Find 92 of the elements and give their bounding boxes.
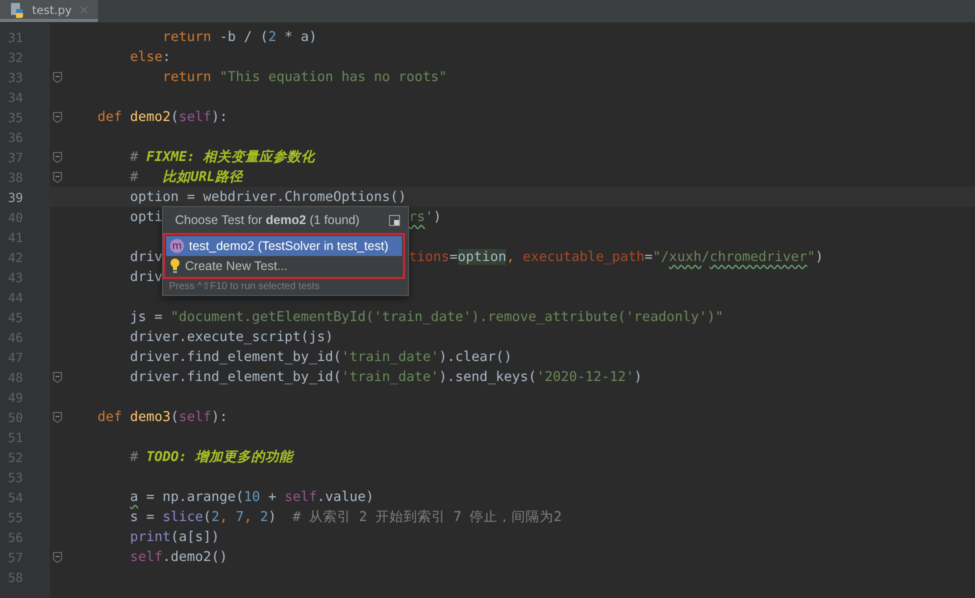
code-token: ).clear() (438, 349, 512, 365)
code-token: ( (203, 509, 212, 525)
code-token: ) (815, 249, 824, 265)
line-number: 39 (7, 190, 24, 204)
code-token: a (130, 489, 138, 505)
code-token: self (178, 109, 212, 125)
code-token: 'train_date' (341, 369, 439, 385)
code-token: "This equation has no roots" (219, 69, 448, 85)
code-token: '2020-12-12' (536, 369, 634, 385)
code-token: js = (130, 309, 164, 325)
code-token: = (449, 249, 458, 265)
code-token: # 从索引 2 开始到索引 7 停止，间隔为2 (292, 509, 562, 525)
code-token: ) (268, 509, 278, 525)
code-token: def (98, 409, 123, 425)
code-token: self (178, 409, 212, 425)
code-token: return (162, 29, 212, 45)
fold-icon[interactable] (53, 172, 62, 182)
code-token: ) (433, 209, 442, 225)
code-token: 10 (244, 489, 260, 505)
code-token: demo2 (130, 109, 171, 125)
code-token: * a) (283, 29, 317, 45)
popup-item[interactable]: Create New Test... (166, 256, 402, 276)
code-token: driv (130, 249, 163, 265)
shortcut-hint: Press ^⇧F10 to run selected tests (168, 280, 321, 294)
fold-icon[interactable] (53, 412, 62, 422)
code-token: def (98, 109, 123, 125)
code-token: # (130, 169, 140, 185)
code-token: return (162, 69, 212, 85)
code-token: ).send_keys( (438, 369, 536, 385)
code-token: executable_path (522, 249, 645, 265)
code-token: # (130, 449, 140, 465)
fold-icon[interactable] (53, 72, 62, 82)
popup-title: Choose Test for demo2 (1 found) (175, 213, 360, 227)
code-token: self (130, 549, 163, 565)
code-token: 2 (268, 29, 276, 45)
code-token: print (130, 529, 171, 545)
code-token: FIXME: 相关变量应参数化 (146, 149, 316, 165)
code-token: option = webdriver.ChromeOptions() (130, 189, 406, 205)
code-token: else (130, 49, 163, 65)
code-token: " (807, 249, 816, 265)
code-token: 7 (236, 509, 244, 525)
fold-icon[interactable] (53, 112, 62, 122)
code-token: opti (130, 209, 163, 225)
fold-icon[interactable] (53, 372, 62, 382)
code-token: driver.find_element_by_id( (130, 369, 342, 385)
tab-label: test.py (32, 2, 72, 16)
code-token: ): (211, 409, 228, 425)
file-tab[interactable]: test.py (0, 0, 98, 22)
code-token: tions (408, 249, 450, 265)
code-token: .demo2() (162, 549, 228, 565)
bulb-icon (170, 258, 180, 274)
code-token: 'train_date' (341, 349, 439, 365)
code-token: = np.arange( (145, 489, 244, 505)
code-token: chromedriver (710, 249, 808, 265)
code-token: (a[s]) (170, 529, 220, 545)
code-token: driv (130, 269, 163, 285)
code-token: , (506, 249, 516, 265)
code-token: option (458, 249, 506, 265)
code-token: demo3 (130, 409, 171, 425)
code-token: slice (162, 509, 204, 525)
code-token: ( (170, 109, 179, 125)
code-token: ): (211, 109, 228, 125)
code-token: , (244, 509, 253, 525)
code-token: ( (170, 409, 179, 425)
code-token: = (644, 249, 653, 265)
pin-icon[interactable] (389, 214, 400, 226)
popup-item[interactable]: m test_demo2 (TestSolver in test_test) (166, 236, 402, 256)
code-token: self (284, 489, 317, 505)
fold-icon[interactable] (53, 152, 62, 162)
code-token: driver.execute_script(js) (130, 329, 334, 345)
code-token: s = (130, 509, 156, 525)
code-token: ) (634, 369, 642, 385)
code-token: "/ (652, 249, 669, 265)
code-token: , (219, 509, 229, 525)
code-token: / (701, 249, 710, 265)
method-badge: m (170, 239, 184, 253)
code-token: xuxh (668, 249, 702, 265)
code-token: -b / ( (218, 29, 268, 45)
code-token: rs (408, 209, 426, 225)
code-token: 比如URL路径 (162, 169, 243, 185)
code-token: 2 (211, 509, 220, 525)
code-token: driver.find_element_by_id( (130, 349, 342, 365)
code-token: TODO: 增加更多的功能 (146, 449, 294, 465)
code-token: + (267, 489, 278, 505)
python-file-icon (10, 2, 26, 18)
code-token: .value) (317, 489, 374, 505)
code-token: ' (425, 209, 434, 225)
code-token: 2 (260, 509, 268, 525)
fold-icon[interactable] (53, 552, 62, 562)
code-token: "document.getElementById('train_date').remove_attribute('readonly')" (170, 309, 724, 325)
code-token: : (162, 49, 171, 65)
code-token: # (130, 149, 140, 165)
